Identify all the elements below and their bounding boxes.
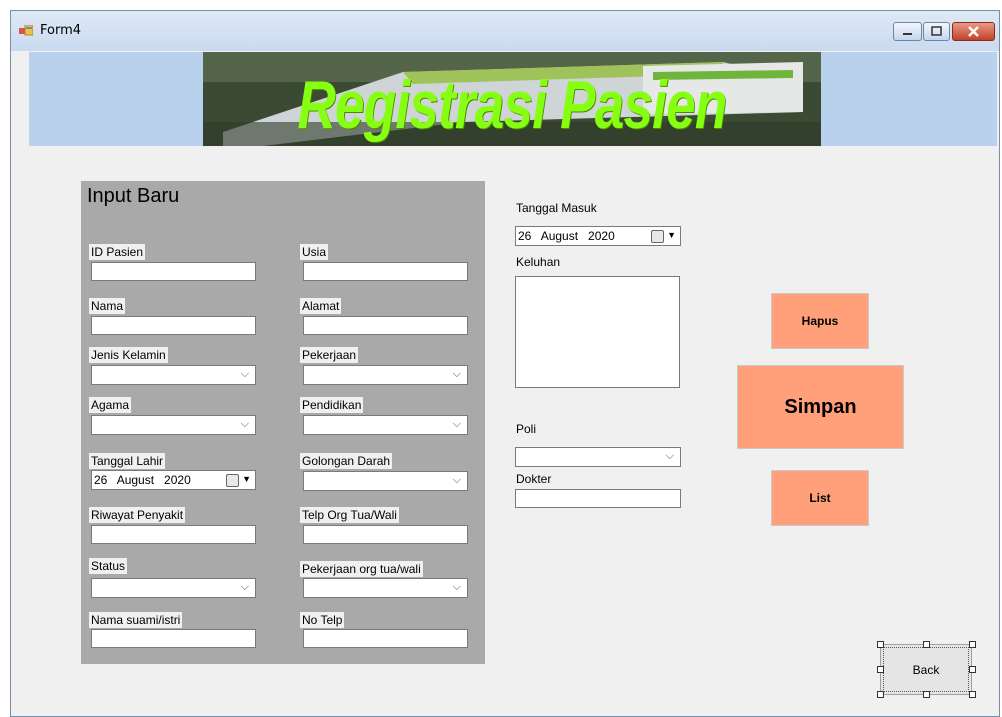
list-button-label: List bbox=[809, 491, 831, 505]
tanggal-lahir-value: 26 August 2020 bbox=[94, 473, 191, 487]
chevron-down-icon: ⌵ bbox=[452, 581, 461, 593]
simpan-button[interactable]: Simpan bbox=[737, 365, 904, 449]
label-jenis-kelamin: Jenis Kelamin bbox=[89, 347, 168, 363]
resize-handle[interactable] bbox=[923, 641, 930, 648]
calendar-icon bbox=[226, 474, 239, 487]
label-tanggal-lahir: Tanggal Lahir bbox=[89, 453, 166, 469]
resize-handle[interactable] bbox=[877, 641, 884, 648]
resize-handle[interactable] bbox=[923, 691, 930, 698]
chevron-down-icon: ⌵ bbox=[452, 368, 461, 380]
pendidikan-select[interactable]: ⌵ bbox=[303, 415, 468, 435]
label-pekerjaan: Pekerjaan bbox=[300, 347, 359, 363]
jenis-kelamin-select[interactable]: ⌵ bbox=[91, 365, 256, 385]
resize-handle[interactable] bbox=[877, 691, 884, 698]
alamat-input[interactable] bbox=[303, 316, 468, 335]
chevron-down-icon: ⌵ bbox=[240, 368, 249, 380]
hapus-button[interactable]: Hapus bbox=[771, 293, 869, 349]
resize-handle[interactable] bbox=[877, 666, 884, 673]
tanggal-masuk-datepicker[interactable]: 26 August 2020 ▼ bbox=[515, 226, 681, 246]
back-button-label: Back bbox=[912, 662, 940, 677]
window-title: Form4 bbox=[40, 23, 82, 38]
banner-image: Registrasi Pasien bbox=[203, 52, 821, 146]
form-window: Form4 Registrasi Pasien Input Baru ID Pa… bbox=[10, 10, 1000, 717]
back-button[interactable]: Back bbox=[880, 644, 972, 695]
pekerjaan-select[interactable]: ⌵ bbox=[303, 365, 468, 385]
banner: Registrasi Pasien bbox=[29, 52, 997, 146]
telp-ortu-input[interactable] bbox=[303, 525, 468, 544]
maximize-button[interactable] bbox=[923, 22, 950, 41]
label-golongan-darah: Golongan Darah bbox=[300, 453, 393, 469]
label-telp-ortu: Telp Org Tua/Wali bbox=[300, 507, 399, 523]
chevron-down-icon: ⌵ bbox=[240, 581, 249, 593]
label-tanggal-masuk: Tanggal Masuk bbox=[516, 201, 597, 215]
close-icon bbox=[968, 26, 979, 37]
dropdown-arrow-icon: ▼ bbox=[667, 230, 676, 240]
label-poli: Poli bbox=[516, 422, 537, 436]
simpan-button-label: Simpan bbox=[784, 395, 857, 418]
keluhan-textarea[interactable] bbox=[515, 276, 680, 388]
label-nama: Nama bbox=[89, 298, 126, 314]
pekerjaan-ortu-select[interactable]: ⌵ bbox=[303, 578, 468, 598]
label-keluhan: Keluhan bbox=[516, 255, 561, 269]
panel-title: Input Baru bbox=[87, 185, 180, 207]
resize-handle[interactable] bbox=[969, 691, 976, 698]
label-dokter: Dokter bbox=[516, 472, 552, 486]
nama-input[interactable] bbox=[91, 316, 256, 335]
label-pekerjaan-ortu: Pekerjaan org tua/wali bbox=[300, 561, 423, 577]
golongan-darah-select[interactable]: ⌵ bbox=[303, 471, 468, 491]
label-agama: Agama bbox=[89, 397, 132, 413]
input-panel: Input Baru ID Pasien Usia Nama Alamat Je… bbox=[81, 181, 485, 664]
label-alamat: Alamat bbox=[300, 298, 342, 314]
poli-select[interactable]: ⌵ bbox=[515, 447, 681, 467]
resize-handle[interactable] bbox=[969, 666, 976, 673]
label-no-telp: No Telp bbox=[300, 612, 345, 628]
app-icon bbox=[19, 25, 33, 36]
chevron-down-icon: ⌵ bbox=[452, 418, 461, 430]
agama-select[interactable]: ⌵ bbox=[91, 415, 256, 435]
usia-input[interactable] bbox=[303, 262, 468, 281]
minimize-icon bbox=[903, 33, 912, 35]
label-usia: Usia bbox=[300, 244, 329, 260]
dokter-input[interactable] bbox=[515, 489, 681, 508]
label-id-pasien: ID Pasien bbox=[89, 244, 146, 260]
calendar-icon bbox=[651, 230, 664, 243]
nama-suami-istri-input[interactable] bbox=[91, 629, 256, 648]
label-status: Status bbox=[89, 558, 128, 574]
id-pasien-input[interactable] bbox=[91, 262, 256, 281]
label-riwayat-penyakit: Riwayat Penyakit bbox=[89, 507, 186, 523]
minimize-button[interactable] bbox=[893, 22, 922, 41]
tanggal-lahir-datepicker[interactable]: 26 August 2020 ▼ bbox=[91, 470, 256, 490]
chevron-down-icon: ⌵ bbox=[240, 418, 249, 430]
list-button[interactable]: List bbox=[771, 470, 869, 526]
tanggal-masuk-value: 26 August 2020 bbox=[518, 229, 615, 243]
title-bar[interactable]: Form4 bbox=[11, 11, 999, 51]
no-telp-input[interactable] bbox=[303, 629, 468, 648]
banner-title: Registrasi Pasien bbox=[297, 67, 728, 143]
chevron-down-icon: ⌵ bbox=[452, 474, 461, 486]
close-button[interactable] bbox=[952, 22, 995, 41]
resize-handle[interactable] bbox=[969, 641, 976, 648]
dropdown-arrow-icon: ▼ bbox=[242, 474, 251, 484]
label-nama-suami-istri: Nama suami/istri bbox=[89, 612, 183, 628]
label-pendidikan: Pendidikan bbox=[300, 397, 364, 413]
riwayat-penyakit-input[interactable] bbox=[91, 525, 256, 544]
status-select[interactable]: ⌵ bbox=[91, 578, 256, 598]
maximize-icon bbox=[931, 26, 942, 36]
chevron-down-icon: ⌵ bbox=[665, 450, 674, 462]
hapus-button-label: Hapus bbox=[801, 314, 839, 328]
